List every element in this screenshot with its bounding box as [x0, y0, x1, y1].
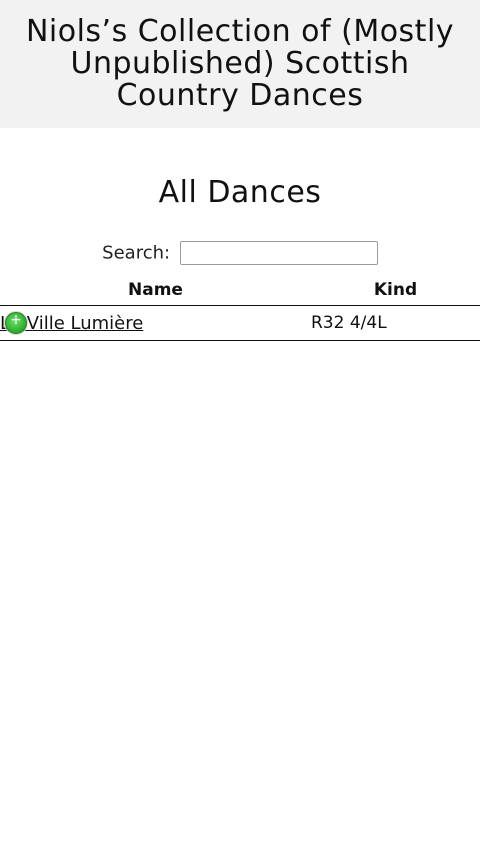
dances-table: Name Kind + La Ville Lumière R32 4/4L — [0, 275, 480, 341]
column-header-kind[interactable]: Kind — [311, 275, 480, 306]
plus-circle-icon[interactable]: + — [5, 312, 27, 334]
search-label: Search: — [102, 242, 171, 264]
dance-name-cell: + La Ville Lumière — [0, 305, 311, 341]
table-row: + La Ville Lumière R32 4/4L — [0, 305, 480, 341]
page-title: All Dances — [158, 175, 322, 210]
dance-kind-cell: R32 4/4L — [311, 305, 480, 341]
site-header: Niols’s Collection of (Mostly Unpublishe… — [0, 0, 480, 128]
search-input[interactable] — [179, 241, 378, 265]
table-header-row: Name Kind — [0, 275, 480, 306]
search-row: Search: — [0, 241, 480, 269]
site-title: Niols’s Collection of (Mostly Unpublishe… — [25, 14, 455, 113]
main-content: All Dances Search: Name Kind + La Ville … — [0, 175, 480, 341]
column-header-name[interactable]: Name — [0, 275, 311, 306]
